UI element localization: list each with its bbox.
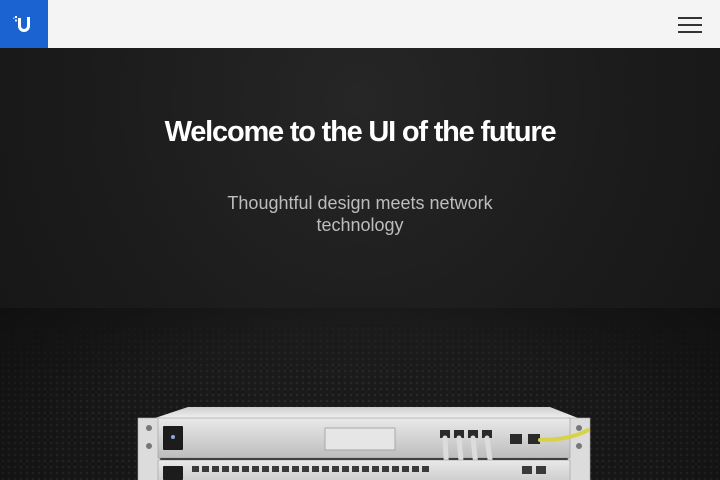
hero-section: Welcome to the UI of the future Thoughtf… <box>0 48 720 480</box>
ubiquiti-logo-icon <box>13 16 30 32</box>
hero-title: Welcome to the UI of the future <box>164 116 557 148</box>
top-navigation-bar <box>0 0 720 48</box>
hamburger-menu-icon[interactable] <box>678 16 702 34</box>
brand-logo[interactable] <box>0 0 48 48</box>
hero-subtitle: Thoughtful design meets network technolo… <box>227 193 493 235</box>
network-switch-image <box>137 407 591 480</box>
